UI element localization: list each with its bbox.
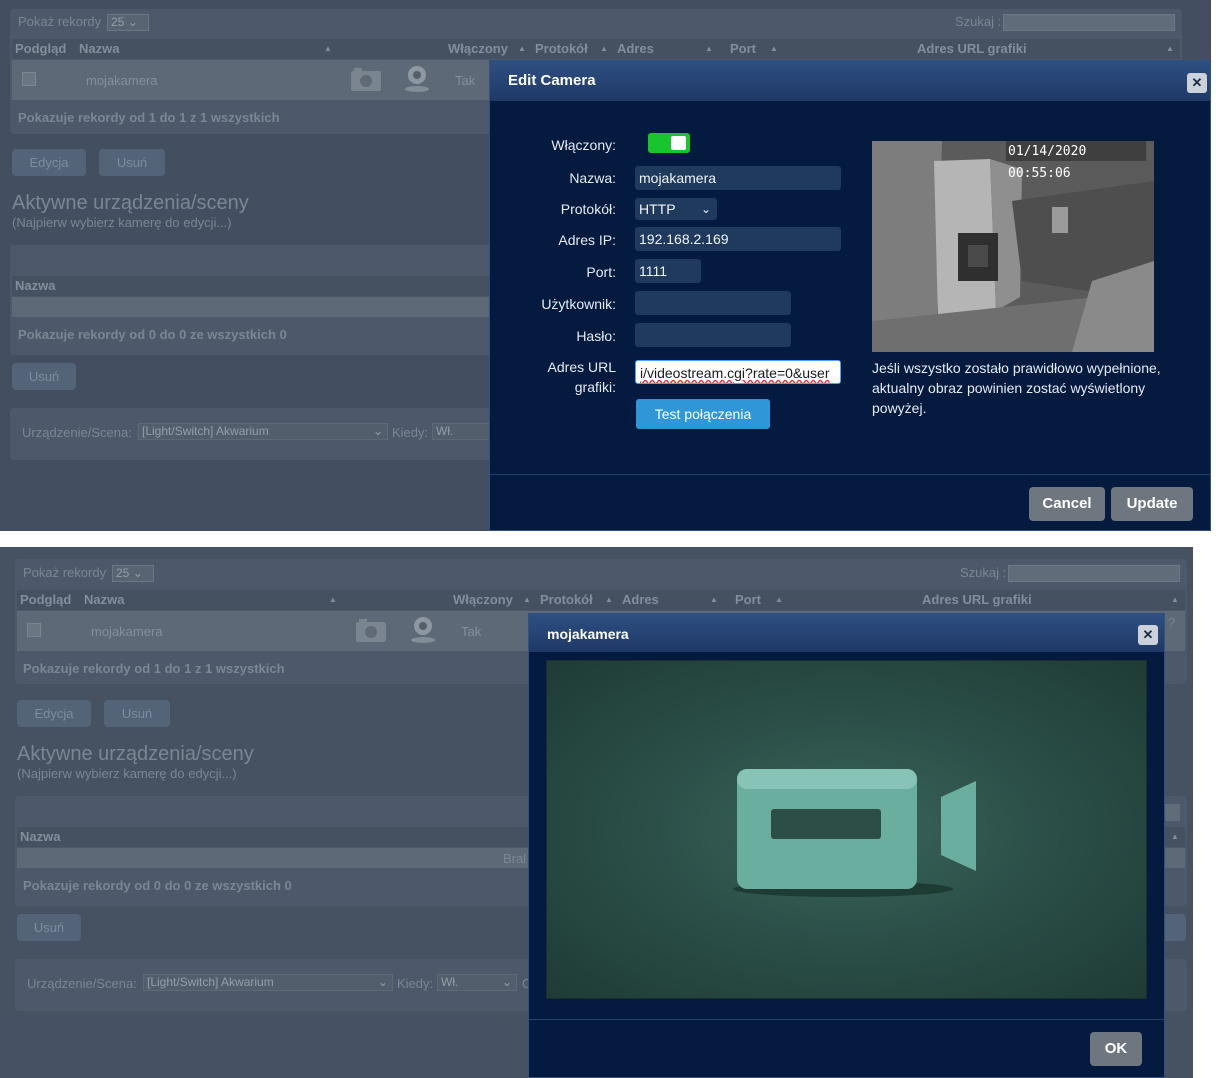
- password-label: Hasło:: [576, 328, 616, 344]
- edit-camera-dialog: Edit Camera ✕ Włączony: Nazwa: mojakamer…: [489, 60, 1211, 531]
- cancel-button[interactable]: Cancel: [1029, 487, 1105, 521]
- dialog-divider: [490, 474, 1210, 475]
- test-connection-button[interactable]: Test połączenia: [636, 399, 770, 429]
- camera-view-dialog: mojakamera ✕ OK: [528, 613, 1165, 1078]
- protocol-select[interactable]: HTTP ⌄: [635, 198, 717, 220]
- name-label: Nazwa:: [569, 170, 616, 186]
- hint-text: Jeśli wszystko zostało prawidłowo wypełn…: [872, 360, 1161, 416]
- password-input[interactable]: [635, 323, 791, 347]
- enabled-toggle[interactable]: [648, 133, 690, 153]
- dialog-title: Edit Camera: [490, 61, 1210, 101]
- chevron-down-icon: ⌄: [700, 202, 711, 216]
- user-input[interactable]: [635, 291, 791, 315]
- ok-button[interactable]: OK: [1090, 1032, 1142, 1066]
- user-label: Użytkownik:: [541, 296, 616, 312]
- ip-label: Adres IP:: [558, 232, 616, 248]
- screenshot-edit-camera: Pokaż rekordy 25 ⌄ Szukaj : Podgląd Nazw…: [0, 0, 1211, 531]
- name-input[interactable]: mojakamera: [635, 166, 841, 190]
- port-input[interactable]: 1111: [635, 259, 701, 283]
- close-icon[interactable]: ✕: [1138, 625, 1158, 645]
- ip-input[interactable]: 192.168.2.169: [635, 227, 841, 251]
- toggle-knob: [671, 136, 686, 150]
- url-input[interactable]: i/videostream.cgi?rate=0&user: [635, 360, 841, 384]
- screenshot-camera-view: Pokaż rekordy 25 ⌄ Szukaj : Podgląd Nazw…: [0, 547, 1193, 1078]
- protocol-label: Protokół:: [560, 201, 616, 217]
- port-label: Port:: [586, 264, 616, 280]
- dialog-title: mojakamera: [529, 614, 1164, 652]
- dialog-divider: [529, 1019, 1164, 1020]
- close-icon[interactable]: ✕: [1187, 73, 1207, 93]
- update-button[interactable]: Update: [1111, 487, 1193, 521]
- snapshot-timestamp: 01/14/2020 00:55:06: [1008, 144, 1087, 181]
- enabled-label: Włączony:: [551, 137, 616, 153]
- video-area: [546, 660, 1147, 999]
- video-camera-icon: [733, 769, 976, 897]
- url-label: Adres URL grafiki:: [547, 359, 616, 395]
